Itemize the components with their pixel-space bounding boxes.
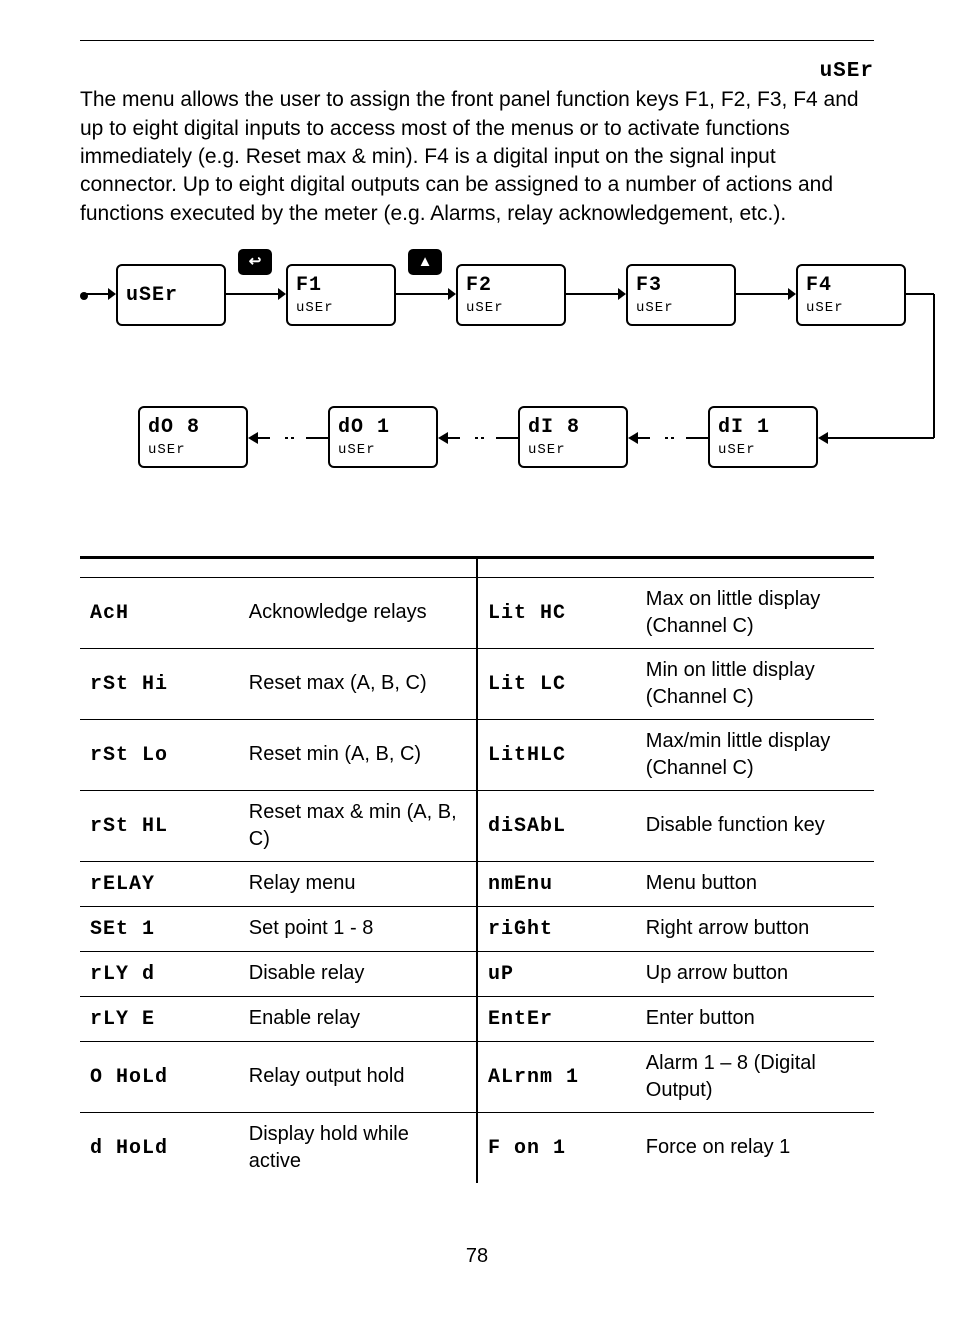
top-rule bbox=[80, 40, 874, 41]
flow-box-di1: dI 1 uSEr bbox=[708, 406, 818, 468]
flow-box-big: dI 1 bbox=[718, 414, 808, 441]
table-row: rELAY Relay menu nmEnu Menu button bbox=[80, 861, 874, 906]
flow-box-big: F2 bbox=[466, 272, 556, 299]
fn-desc: Max/min little display (Channel C) bbox=[636, 719, 874, 790]
fn-desc: Reset max (A, B, C) bbox=[239, 648, 477, 719]
flow-box-small: uSEr bbox=[806, 299, 896, 318]
arrow-dashed-icon bbox=[438, 430, 518, 446]
flow-box-small: uSEr bbox=[636, 299, 726, 318]
table-row: rSt HL Reset max & min (A, B, C) diSAbL … bbox=[80, 790, 874, 861]
function-table: AcH Acknowledge relays Lit HC Max on lit… bbox=[80, 559, 874, 1183]
fn-code: rLY d bbox=[90, 963, 155, 986]
flow-box-big: uSEr bbox=[126, 282, 216, 309]
up-key-icon: ▲ bbox=[408, 249, 442, 275]
arrow-dashed-icon bbox=[248, 430, 328, 446]
fn-desc: Relay menu bbox=[239, 861, 477, 906]
arrow-icon bbox=[226, 286, 286, 302]
fn-code: rLY E bbox=[90, 1008, 155, 1031]
return-key-icon: ↩ bbox=[238, 249, 272, 275]
fn-desc: Disable function key bbox=[636, 790, 874, 861]
table-row: rLY d Disable relay uP Up arrow button bbox=[80, 951, 874, 996]
flow-box-big: dI 8 bbox=[528, 414, 618, 441]
arrow-icon bbox=[736, 286, 796, 302]
fn-desc: Alarm 1 – 8 (Digital Output) bbox=[636, 1041, 874, 1112]
fn-desc: Menu button bbox=[636, 861, 874, 906]
fn-desc: Min on little display (Channel C) bbox=[636, 648, 874, 719]
table-row: d HoLd Display hold while active F on 1 … bbox=[80, 1112, 874, 1183]
flow-box-f2: F2 uSEr bbox=[456, 264, 566, 326]
fn-code: Lit LC bbox=[488, 673, 566, 696]
table-row: rSt Hi Reset max (A, B, C) Lit LC Min on… bbox=[80, 648, 874, 719]
fn-code: d HoLd bbox=[90, 1137, 168, 1160]
arrow-icon bbox=[566, 286, 626, 302]
menu-glyph-top-right: uSEr bbox=[80, 55, 874, 86]
flow-box-do8: dO 8 uSEr bbox=[138, 406, 248, 468]
fn-desc: Display hold while active bbox=[239, 1112, 477, 1183]
fn-desc: Disable relay bbox=[239, 951, 477, 996]
arrow-icon bbox=[86, 286, 116, 302]
fn-desc: Enter button bbox=[636, 996, 874, 1041]
flow-box-small: uSEr bbox=[466, 299, 556, 318]
fn-code: ALrnm 1 bbox=[488, 1066, 579, 1089]
fn-code: rSt HL bbox=[90, 815, 168, 838]
fn-code: uP bbox=[488, 963, 514, 986]
fn-desc: Reset max & min (A, B, C) bbox=[239, 790, 477, 861]
arrow-icon bbox=[396, 286, 456, 302]
flow-box-f3: F3 uSEr bbox=[626, 264, 736, 326]
fn-code: nmEnu bbox=[488, 873, 553, 896]
flow-box-di8: dI 8 uSEr bbox=[518, 406, 628, 468]
fn-desc: Right arrow button bbox=[636, 906, 874, 951]
flow-box-big: dO 8 bbox=[148, 414, 238, 441]
flow-box-small: uSEr bbox=[718, 441, 808, 460]
table-row: rLY E Enable relay EntEr Enter button bbox=[80, 996, 874, 1041]
table-row: O HoLd Relay output hold ALrnm 1 Alarm 1… bbox=[80, 1041, 874, 1112]
flow-box-big: F3 bbox=[636, 272, 726, 299]
flow-box-big: dO 1 bbox=[338, 414, 428, 441]
arrow-icon bbox=[818, 430, 908, 446]
fn-code: SEt 1 bbox=[90, 918, 155, 941]
flow-box-small: uSEr bbox=[148, 441, 238, 460]
fn-code: riGht bbox=[488, 918, 553, 941]
page-number: 78 bbox=[80, 1243, 874, 1270]
table-row: AcH Acknowledge relays Lit HC Max on lit… bbox=[80, 577, 874, 648]
flow-box-small: uSEr bbox=[296, 299, 386, 318]
fn-code: Lit HC bbox=[488, 602, 566, 625]
fn-code: rELAY bbox=[90, 873, 155, 896]
flow-box-user: uSEr bbox=[116, 264, 226, 326]
table-row: SEt 1 Set point 1 - 8 riGht Right arrow … bbox=[80, 906, 874, 951]
flow-box-small: uSEr bbox=[528, 441, 618, 460]
fn-code: O HoLd bbox=[90, 1066, 168, 1089]
fn-code: diSAbL bbox=[488, 815, 566, 838]
flow-box-f4: F4 uSEr bbox=[796, 264, 906, 326]
flow-box-big: F1 bbox=[296, 272, 386, 299]
fn-desc: Relay output hold bbox=[239, 1041, 477, 1112]
table-row: rSt Lo Reset min (A, B, C) LitHLC Max/mi… bbox=[80, 719, 874, 790]
flow-box-f1: F1 uSEr bbox=[286, 264, 396, 326]
fn-desc: Enable relay bbox=[239, 996, 477, 1041]
intro-paragraph: The menu allows the user to assign the f… bbox=[80, 86, 874, 228]
fn-code: LitHLC bbox=[488, 744, 566, 767]
fn-desc: Reset min (A, B, C) bbox=[239, 719, 477, 790]
flow-box-small: uSEr bbox=[338, 441, 428, 460]
intro-text: The menu allows the user to assign the f… bbox=[80, 86, 874, 228]
fn-code: rSt Hi bbox=[90, 673, 168, 696]
user-menu-code: uSEr bbox=[820, 60, 874, 83]
fn-code: F on 1 bbox=[488, 1137, 566, 1160]
fn-code: EntEr bbox=[488, 1008, 553, 1031]
fn-desc: Max on little display (Channel C) bbox=[636, 577, 874, 648]
connector-line bbox=[906, 286, 940, 446]
fn-desc: Acknowledge relays bbox=[239, 577, 477, 648]
fn-desc: Up arrow button bbox=[636, 951, 874, 996]
flow-box-big: F4 bbox=[806, 272, 896, 299]
fn-code: AcH bbox=[90, 602, 129, 625]
arrow-dashed-icon bbox=[628, 430, 708, 446]
table-header-blank bbox=[80, 559, 874, 577]
flow-box-do1: dO 1 uSEr bbox=[328, 406, 438, 468]
fn-code: rSt Lo bbox=[90, 744, 168, 767]
fn-desc: Set point 1 - 8 bbox=[239, 906, 477, 951]
fn-desc: Force on relay 1 bbox=[636, 1112, 874, 1183]
menu-flow-diagram: uSEr F1 uSEr F2 uSEr F3 uSEr F4 uSEr ↩ ▲… bbox=[80, 246, 874, 526]
